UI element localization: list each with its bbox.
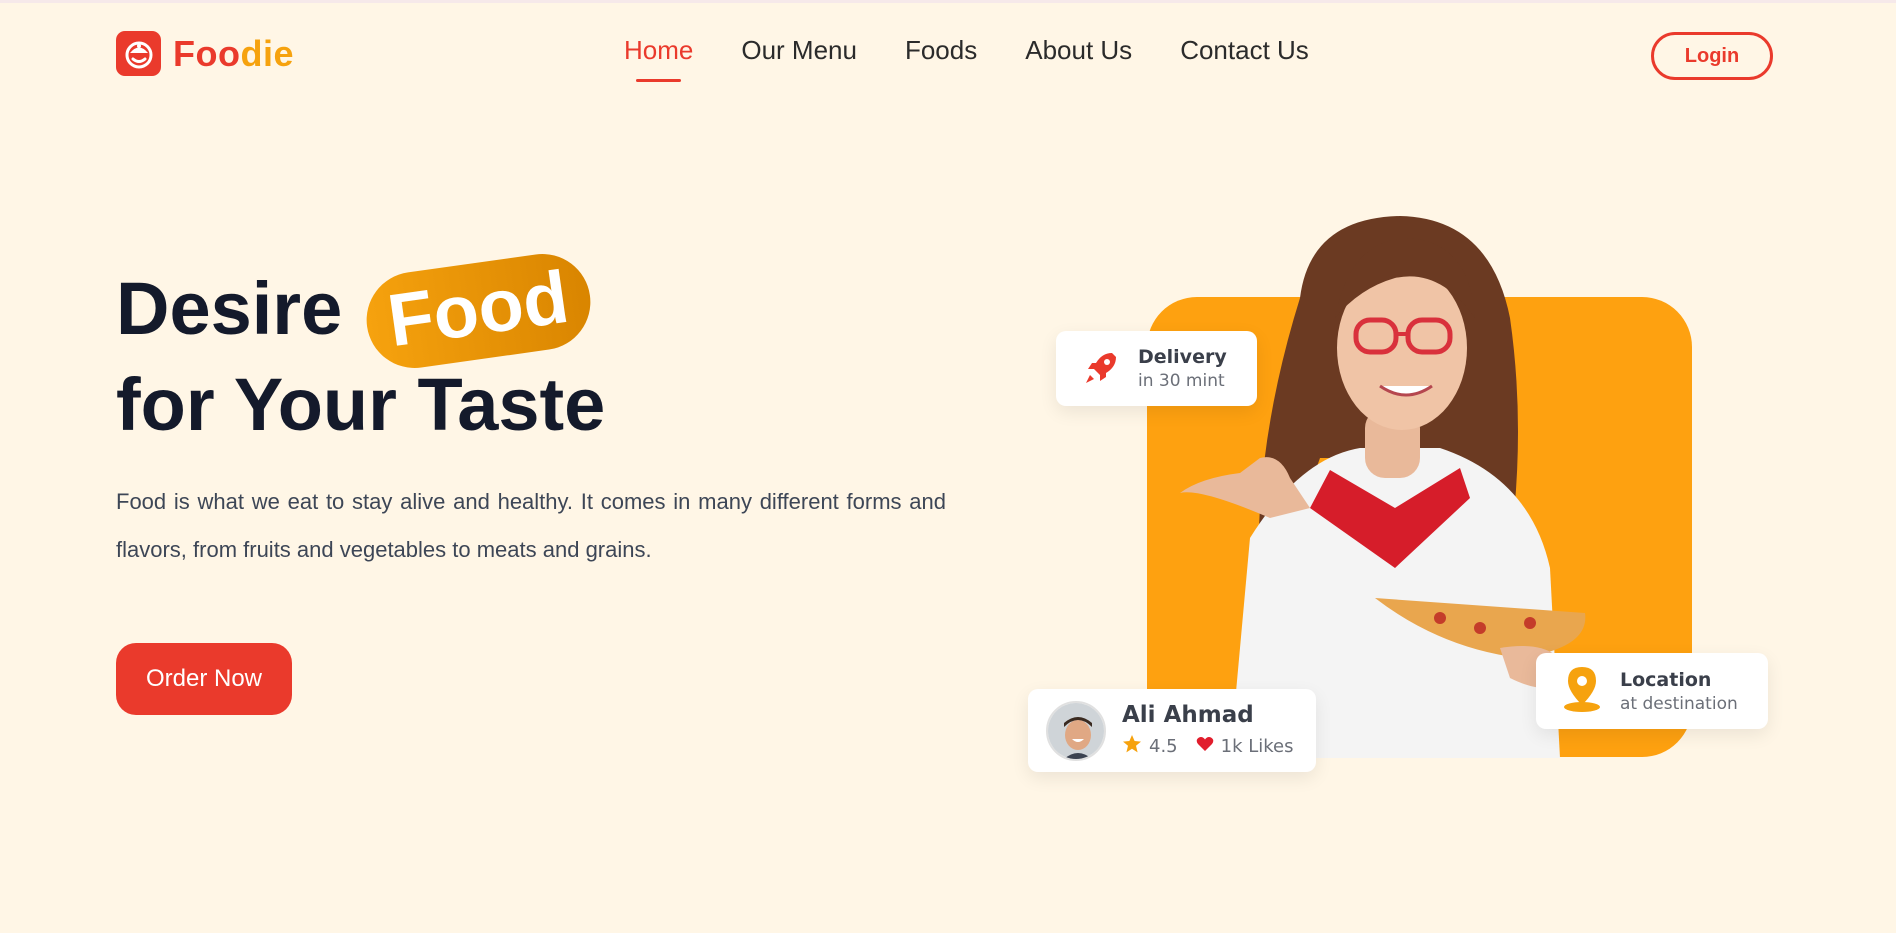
star-icon — [1122, 734, 1142, 759]
location-subtitle: at destination — [1620, 693, 1738, 714]
order-now-button[interactable]: Order Now — [116, 643, 292, 715]
delivery-title: Delivery — [1138, 346, 1227, 368]
hero-title-start: Desire — [116, 267, 343, 350]
cloche-icon — [116, 31, 161, 76]
main-nav: Home Our Menu Foods About Us Contact Us — [624, 35, 1357, 82]
hero-title-line1: Desire Food — [116, 247, 816, 375]
delivery-subtitle: in 30 mint — [1138, 371, 1225, 391]
hero-title: Desire Food for Your Taste — [116, 247, 816, 453]
map-pin-icon — [1560, 665, 1604, 717]
nav-item-foods[interactable]: Foods — [905, 35, 977, 66]
heart-icon — [1196, 736, 1214, 757]
brand-name-part2: die — [240, 32, 294, 74]
nav-item-home[interactable]: Home — [624, 35, 693, 82]
user-review-card: Ali Ahmad 4.5 1k Likes — [1028, 689, 1316, 772]
brand-name: Foodie — [173, 33, 294, 75]
user-name: Ali Ahmad — [1122, 702, 1254, 728]
brand-logo[interactable]: Foodie — [116, 31, 294, 76]
location-title: Location — [1620, 668, 1712, 691]
nav-item-contact-us[interactable]: Contact Us — [1180, 35, 1309, 66]
site-header: Foodie Home Our Menu Foods About Us Cont… — [0, 3, 1896, 103]
rocket-icon — [1082, 347, 1122, 391]
hero-title-line2: for Your Taste — [116, 363, 606, 446]
nav-item-our-menu[interactable]: Our Menu — [741, 35, 857, 66]
hero-title-highlight: Food — [360, 247, 597, 375]
nav-item-about-us[interactable]: About Us — [1025, 35, 1132, 66]
delivery-card: Delivery in 30 mint — [1056, 331, 1257, 406]
hero-description: Food is what we eat to stay alive and he… — [116, 489, 946, 562]
user-likes: 1k Likes — [1220, 736, 1294, 757]
avatar — [1046, 700, 1106, 761]
brand-name-part1: Foo — [173, 32, 241, 74]
user-rating: 4.5 — [1149, 736, 1178, 757]
location-card: Location at destination — [1536, 653, 1768, 729]
login-button[interactable]: Login — [1651, 32, 1773, 80]
